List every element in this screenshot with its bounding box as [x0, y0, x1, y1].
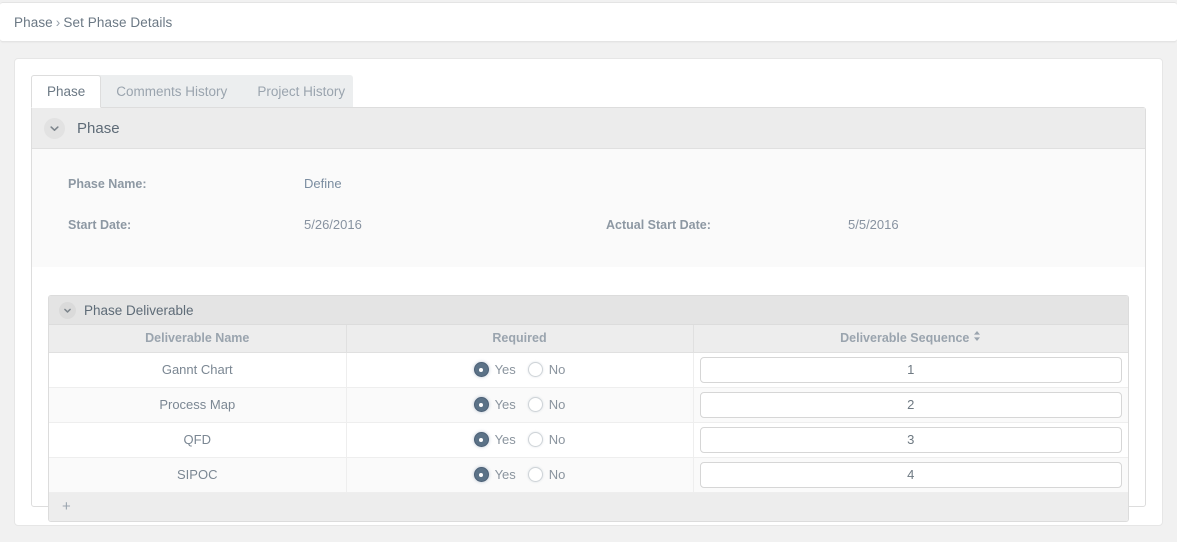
content-panel: Phase Comments History Project History P…	[14, 58, 1163, 526]
radio-label-no: No	[548, 362, 566, 377]
cell-sequence	[693, 457, 1128, 493]
phase-section-title: Phase	[77, 119, 120, 137]
phase-deliverable-section: Phase Deliverable Deliverable Name Requi…	[48, 295, 1129, 522]
radio-yes[interactable]	[473, 362, 489, 377]
actual-start-date-label: Actual Start Date:	[606, 217, 711, 232]
sort-updown-icon[interactable]	[973, 330, 981, 345]
radio-no[interactable]	[527, 467, 543, 482]
cell-sequence	[693, 387, 1128, 423]
tab-bar: Phase Comments History Project History	[15, 75, 1162, 108]
table-row: Gannt Chart Yes No	[49, 352, 1128, 388]
radio-label-yes: Yes	[494, 467, 516, 482]
cell-required: Yes No	[346, 352, 694, 388]
cell-deliverable-name: Process Map	[49, 387, 347, 423]
deliverable-table-body: Gannt Chart Yes No 1 Process Map Yes No …	[49, 352, 1128, 493]
phase-name-label: Phase Name:	[68, 176, 147, 191]
deliverable-table-footer: +	[49, 492, 1128, 521]
radio-option-no[interactable]: No	[527, 467, 566, 482]
radio-label-no: No	[548, 397, 566, 412]
sequence-input[interactable]	[699, 461, 1122, 488]
column-header-deliverable-name[interactable]: Deliverable Name	[49, 325, 347, 353]
phase-deliverable-title: Phase Deliverable	[84, 302, 194, 318]
cell-required: Yes No	[346, 387, 694, 423]
cell-sequence	[693, 352, 1128, 388]
radio-yes[interactable]	[473, 432, 489, 447]
radio-no[interactable]	[527, 432, 543, 447]
radio-label-no: No	[548, 467, 566, 482]
add-row-button[interactable]: +	[62, 499, 71, 514]
radio-label-yes: Yes	[494, 397, 516, 412]
actual-start-date-value: 5/5/2016	[848, 217, 899, 232]
radio-option-no[interactable]: No	[527, 432, 566, 447]
radio-no[interactable]	[527, 397, 543, 412]
tab-phase[interactable]: Phase	[31, 75, 102, 108]
radio-label-no: No	[548, 432, 566, 447]
required-radio-group: Yes No	[347, 397, 693, 412]
phase-fields-body: Phase Name: Define Start Date: 5/26/2016…	[32, 149, 1145, 522]
radio-label-yes: Yes	[494, 362, 516, 377]
deliverable-table: Deliverable Name Required Deliverable Se…	[49, 325, 1128, 493]
phase-tab-panel: Phase Phase Name: Define Start Date: 5/2…	[31, 107, 1146, 522]
cell-deliverable-name: QFD	[49, 422, 347, 458]
cell-sequence	[693, 422, 1128, 458]
table-row: QFD Yes No	[49, 422, 1128, 458]
cell-required: Yes No	[346, 422, 694, 458]
start-date-value: 5/26/2016	[304, 217, 362, 232]
radio-no[interactable]	[527, 362, 543, 377]
cell-deliverable-name: Gannt Chart	[49, 352, 347, 388]
column-header-required[interactable]: Required	[346, 325, 694, 353]
breadcrumb-bar: Phase › Set Phase Details	[0, 2, 1177, 42]
phase-section-header[interactable]: Phase	[32, 108, 1145, 149]
phase-deliverable-header[interactable]: Phase Deliverable	[49, 296, 1128, 325]
radio-option-yes[interactable]: Yes	[473, 467, 516, 482]
sequence-input[interactable]	[699, 356, 1122, 383]
radio-label-yes: Yes	[494, 432, 516, 447]
radio-yes[interactable]	[473, 397, 489, 412]
chevron-down-icon[interactable]	[59, 301, 76, 319]
breadcrumb: Phase › Set Phase Details	[14, 15, 172, 30]
phase-name-value: Define	[304, 176, 342, 191]
start-date-label: Start Date:	[68, 217, 132, 232]
table-header-row: Deliverable Name Required Deliverable Se…	[49, 325, 1128, 353]
breadcrumb-root[interactable]: Phase	[14, 15, 53, 30]
breadcrumb-current: Set Phase Details	[63, 14, 173, 30]
radio-yes[interactable]	[473, 467, 489, 482]
field-row-start-dates: Start Date: 5/26/2016 Actual Start Date:…	[32, 204, 1145, 245]
sequence-input[interactable]	[699, 391, 1122, 418]
chevron-down-icon[interactable]	[44, 117, 65, 139]
radio-option-no[interactable]: No	[527, 397, 566, 412]
column-header-deliverable-sequence-label: Deliverable Sequence	[840, 330, 970, 345]
radio-option-no[interactable]: No	[527, 362, 566, 377]
table-row: Process Map Yes No	[49, 387, 1128, 423]
breadcrumb-separator: ›	[55, 14, 61, 30]
required-radio-group: Yes No	[347, 362, 693, 377]
cell-required: Yes No	[346, 457, 694, 493]
table-row: SIPOC Yes No	[49, 457, 1128, 493]
radio-option-yes[interactable]: Yes	[473, 397, 516, 412]
tab-project-history[interactable]: Project History	[242, 76, 360, 108]
field-row-phase-name: Phase Name: Define	[32, 163, 1145, 204]
required-radio-group: Yes No	[347, 467, 693, 482]
radio-option-yes[interactable]: Yes	[473, 432, 516, 447]
tab-comments-history[interactable]: Comments History	[101, 76, 242, 108]
radio-option-yes[interactable]: Yes	[473, 362, 516, 377]
required-radio-group: Yes No	[347, 432, 693, 447]
cell-deliverable-name: SIPOC	[49, 457, 347, 493]
column-header-deliverable-sequence[interactable]: Deliverable Sequence	[693, 325, 1128, 353]
sequence-input[interactable]	[699, 426, 1122, 453]
